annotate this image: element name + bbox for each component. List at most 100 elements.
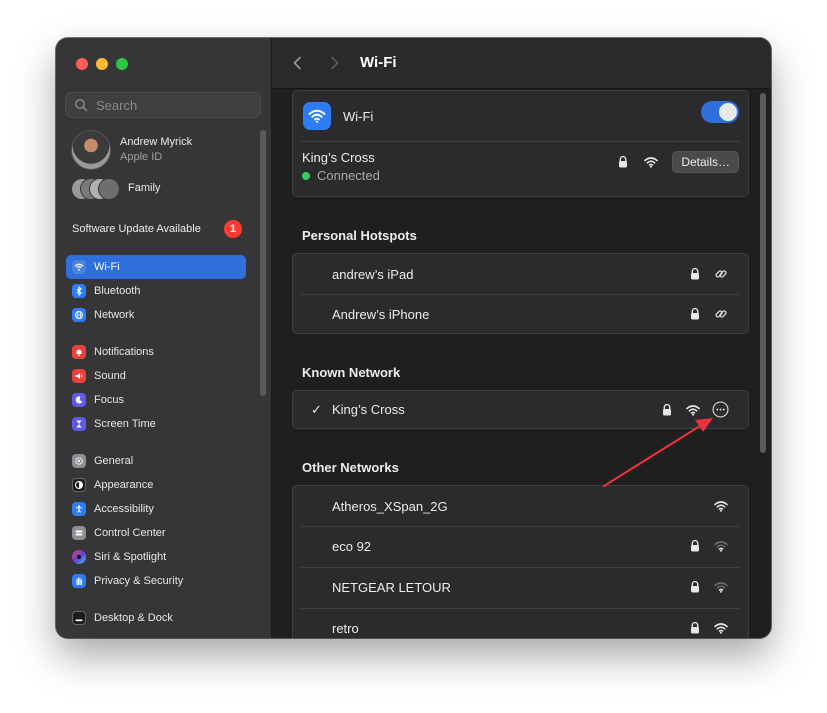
wifi-card: Wi-Fi King’s Cross Connected Details… xyxy=(292,90,749,197)
avatar xyxy=(71,130,111,170)
sidebar: Andrew Myrick Apple ID Family Software U… xyxy=(56,38,272,638)
family-item[interactable]: Family xyxy=(71,178,161,200)
sidebar-item-label: Network xyxy=(94,309,135,321)
back-button[interactable] xyxy=(290,55,306,71)
sidebar-item-label: Screen Time xyxy=(94,418,156,430)
network-name: eco 92 xyxy=(332,539,372,554)
control-center-icon xyxy=(72,526,86,540)
family-avatars xyxy=(71,178,120,200)
sidebar-group-notifications: Notifications Sound Focus Screen Time xyxy=(66,340,246,436)
list-item[interactable]: Atheros_XSpan_2G xyxy=(293,486,748,526)
sidebar-item-label: Accessibility xyxy=(94,503,154,515)
sidebar-item-label: Siri & Spotlight xyxy=(94,551,167,563)
sidebar-item-bluetooth[interactable]: Bluetooth xyxy=(66,279,246,303)
sidebar-scrollbar[interactable] xyxy=(260,130,266,396)
list-item[interactable]: Andrew’s iPhone xyxy=(293,294,748,334)
list-item[interactable]: ✓ King’s Cross xyxy=(293,391,748,428)
moon-icon xyxy=(72,393,86,407)
sidebar-item-wifi[interactable]: Wi-Fi xyxy=(66,255,246,279)
update-count-badge: 1 xyxy=(224,220,242,238)
gear-icon xyxy=(72,454,86,468)
sidebar-item-desktop-dock[interactable]: Desktop & Dock xyxy=(66,606,246,630)
network-name: retro xyxy=(332,621,359,636)
sidebar-item-general[interactable]: General xyxy=(66,449,246,473)
lock-icon xyxy=(691,621,699,634)
sidebar-item-screen-time[interactable]: Screen Time xyxy=(66,412,246,436)
list-item[interactable]: NETGEAR LETOUR xyxy=(293,567,748,608)
wifi-signal-icon xyxy=(686,404,700,416)
apple-id-profile[interactable]: Andrew Myrick Apple ID xyxy=(71,130,192,170)
more-options-icon[interactable] xyxy=(712,401,729,418)
main-pane: Wi-Fi Wi-Fi King’s Cross Connected Detai… xyxy=(272,38,771,638)
hourglass-icon xyxy=(72,417,86,431)
sidebar-item-control-center[interactable]: Control Center xyxy=(66,521,246,545)
family-label: Family xyxy=(128,182,161,194)
page-title: Wi-Fi xyxy=(360,54,397,71)
sidebar-item-sound[interactable]: Sound xyxy=(66,364,246,388)
checkmark-icon: ✓ xyxy=(311,401,322,417)
known-network-card: ✓ King’s Cross xyxy=(292,390,749,429)
wifi-label: Wi-Fi xyxy=(343,108,374,124)
bell-icon xyxy=(72,345,86,359)
sidebar-item-privacy-security[interactable]: Privacy & Security xyxy=(66,569,246,593)
sidebar-item-label: Control Center xyxy=(94,527,166,539)
link-icon xyxy=(715,310,727,318)
settings-window: Andrew Myrick Apple ID Family Software U… xyxy=(56,38,771,638)
sidebar-item-label: Focus xyxy=(94,394,124,406)
wifi-icon xyxy=(303,102,331,130)
sidebar-item-accessibility[interactable]: Accessibility xyxy=(66,497,246,521)
current-network-name: King’s Cross xyxy=(302,150,375,165)
chevron-right-icon xyxy=(331,56,339,70)
list-item[interactable]: andrew’s iPad xyxy=(293,254,748,294)
main-scrollbar[interactable] xyxy=(760,93,766,453)
wifi-signal-weak-icon xyxy=(714,582,728,593)
lock-icon xyxy=(691,267,699,280)
hand-icon xyxy=(72,574,86,588)
wifi-signal-weak-icon xyxy=(714,541,728,552)
software-update-label: Software Update Available xyxy=(72,223,201,235)
lock-icon xyxy=(619,155,628,168)
network-name: Atheros_XSpan_2G xyxy=(332,498,448,514)
forward-button[interactable] xyxy=(326,55,342,71)
sidebar-item-label: Appearance xyxy=(94,479,154,491)
profile-name: Andrew Myrick xyxy=(120,136,193,148)
appearance-icon xyxy=(72,478,86,492)
lock-icon xyxy=(691,307,699,320)
list-item[interactable]: eco 92 xyxy=(293,526,748,567)
lock-icon xyxy=(691,580,699,593)
section-other-networks: Other Networks xyxy=(302,460,399,475)
search-input[interactable] xyxy=(94,96,258,114)
zoom-window-button[interactable] xyxy=(116,58,128,70)
bluetooth-icon xyxy=(72,284,86,298)
globe-icon xyxy=(72,308,86,322)
minimize-window-button[interactable] xyxy=(96,58,108,70)
sidebar-item-appearance[interactable]: Appearance xyxy=(66,473,246,497)
accessibility-icon xyxy=(72,502,86,516)
sidebar-group-system: General Appearance Accessibility Control… xyxy=(66,449,246,593)
known-network-name: King’s Cross xyxy=(332,402,405,417)
sidebar-item-network[interactable]: Network xyxy=(66,303,246,327)
details-button[interactable]: Details… xyxy=(672,151,739,173)
link-icon xyxy=(715,270,727,278)
close-window-button[interactable] xyxy=(76,58,88,70)
connected-status-dot xyxy=(302,171,310,180)
sidebar-item-siri-spotlight[interactable]: Siri & Spotlight xyxy=(66,545,246,569)
speaker-icon xyxy=(72,369,86,383)
wifi-toggle-row: Wi-Fi xyxy=(293,91,748,141)
network-name: NETGEAR LETOUR xyxy=(332,580,451,595)
sidebar-group-desktop: Desktop & Dock xyxy=(66,606,246,630)
sidebar-item-label: Sound xyxy=(94,370,126,382)
sidebar-item-label: Privacy & Security xyxy=(94,575,184,587)
current-network-row: King’s Cross Connected Details… xyxy=(293,141,748,196)
sidebar-item-focus[interactable]: Focus xyxy=(66,388,246,412)
sidebar-item-label: Wi-Fi xyxy=(94,261,120,273)
software-update-item[interactable]: Software Update Available 1 xyxy=(72,220,242,238)
list-item[interactable]: retro xyxy=(293,608,748,638)
wifi-signal-icon xyxy=(714,623,728,634)
connection-status: Connected xyxy=(317,168,380,183)
sidebar-item-label: Bluetooth xyxy=(94,285,141,297)
sidebar-item-notifications[interactable]: Notifications xyxy=(66,340,246,364)
wifi-toggle[interactable] xyxy=(701,101,739,123)
section-known-network: Known Network xyxy=(302,365,401,380)
search-field[interactable] xyxy=(65,92,261,118)
